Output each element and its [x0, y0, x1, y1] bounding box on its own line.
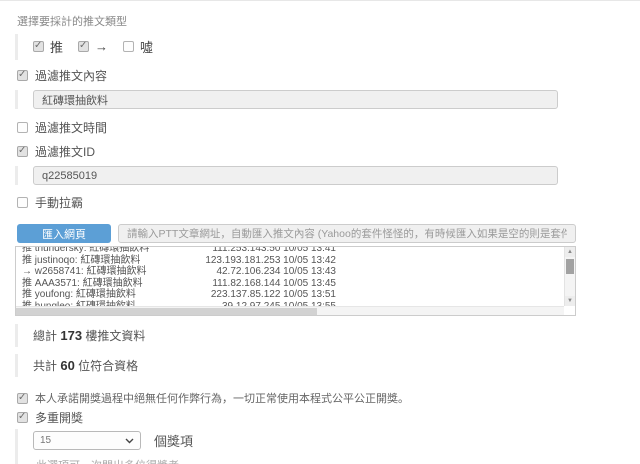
comment-row: 推 thundersky: 紅磚環抽飲料 111.253.143.50 10/0… [22, 246, 336, 255]
multi-draw-checkbox[interactable] [17, 412, 28, 423]
manual-slot-checkbox[interactable] [17, 197, 28, 208]
horizontal-scrollbar[interactable] [16, 306, 564, 315]
comment-row: 推 youfong: 紅磚環抽飲料 223.137.85.122 10/05 1… [22, 289, 336, 301]
horizontal-scroll-thumb[interactable] [16, 308, 317, 315]
comment-ip-time: 42.72.106.234 10/05 13:43 [216, 266, 336, 278]
prize-count-row: 15 個獎項 [33, 429, 576, 450]
filter-id-input[interactable] [33, 166, 558, 185]
lottery-form: 選擇要採計的推文類型 推 → 噓 過濾推文內容 過濾推文時間 過濾推 [0, 1, 576, 464]
scroll-down-icon[interactable]: ▼ [565, 296, 575, 306]
qualified-suffix: 位符合資格 [78, 359, 138, 373]
comment-row: 推 AAA3571: 紅磚環抽飲料 111.82.168.144 10/05 1… [22, 278, 336, 290]
agreement-row: 本人承諾開獎過程中絕無任何作弊行為，一切正常使用本程式公平公正開獎。 [17, 390, 576, 406]
comment-text: 推 youfong: 紅磚環抽飲料 [22, 289, 136, 301]
push-checkbox[interactable] [33, 41, 44, 52]
filter-time-label: 過濾推文時間 [35, 119, 107, 136]
filter-content-label: 過濾推文內容 [35, 67, 107, 84]
qualified-count-line: 共計 60 位符合資格 [15, 354, 576, 377]
push-type-option-push: 推 [33, 37, 63, 56]
agreement-label: 本人承諾開獎過程中絕無任何作弊行為，一切正常使用本程式公平公正開獎。 [35, 390, 409, 406]
agreement-block: 本人承諾開獎過程中絕無任何作弊行為，一切正常使用本程式公平公正開獎。 多重開獎 [15, 390, 576, 426]
filter-id-label: 過濾推文ID [35, 143, 95, 160]
comments-textarea[interactable]: 推 thundersky: 紅磚環抽飲料 111.253.143.50 10/0… [15, 246, 576, 316]
comments-list: 推 thundersky: 紅磚環抽飲料 111.253.143.50 10/0… [16, 246, 336, 313]
prize-count-group: 15 個獎項 此選項可一次開出多位得獎者 [15, 429, 576, 464]
filter-id-checkbox[interactable] [17, 146, 28, 157]
multi-draw-label: 多重開獎 [35, 409, 83, 426]
filter-id-row: 過濾推文ID [17, 143, 576, 160]
boo-label: 噓 [140, 37, 153, 56]
push-type-option-boo: 噓 [123, 37, 153, 56]
filter-time-row: 過濾推文時間 [17, 119, 576, 136]
import-row: 匯入網頁 [17, 224, 576, 243]
filter-content-input[interactable] [33, 90, 558, 109]
filter-content-row: 過濾推文內容 [17, 67, 576, 84]
prize-count-value: 15 [40, 435, 51, 446]
prize-count-suffix: 個獎項 [154, 431, 193, 450]
comment-text: 推 justinoqo: 紅磚環抽飲料 [22, 255, 140, 267]
import-page-button[interactable]: 匯入網頁 [17, 224, 111, 243]
qualified-count: 60 [60, 358, 74, 373]
agreement-checkbox[interactable] [17, 393, 28, 404]
push-label: 推 [50, 37, 63, 56]
chevron-down-icon [125, 438, 134, 444]
total-count: 173 [60, 328, 82, 343]
manual-slot-label: 手動拉霸 [35, 194, 83, 211]
push-type-group: 推 → 噓 [15, 34, 576, 60]
prize-count-select[interactable]: 15 [33, 431, 141, 450]
total-prefix: 總計 [33, 329, 57, 343]
comment-row: 推 justinoqo: 紅磚環抽飲料 123.193.181.253 10/0… [22, 255, 336, 267]
scroll-up-icon[interactable]: ▲ [565, 247, 575, 257]
push-type-section-label: 選擇要採計的推文類型 [17, 13, 576, 29]
comment-ip-time: 111.253.143.50 10/05 13:41 [212, 246, 336, 255]
comment-row: → w2658741: 紅磚環抽飲料 42.72.106.234 10/05 1… [22, 266, 336, 278]
total-comments-line: 總計 173 樓推文資料 [15, 324, 576, 347]
qualified-prefix: 共計 [33, 359, 57, 373]
article-url-input[interactable] [118, 224, 576, 243]
vertical-scrollbar[interactable]: ▲ ▼ [564, 247, 575, 306]
total-suffix: 樓推文資料 [85, 329, 145, 343]
comment-ip-time: 111.82.168.144 10/05 13:45 [212, 278, 336, 290]
comment-text: → w2658741: 紅磚環抽飲料 [22, 266, 147, 278]
comment-text: 推 thundersky: 紅磚環抽飲料 [22, 246, 149, 255]
comment-ip-time: 123.193.181.253 10/05 13:42 [205, 255, 336, 267]
manual-slot-row: 手動拉霸 [17, 194, 576, 211]
filter-time-checkbox[interactable] [17, 122, 28, 133]
arrow-label: → [95, 39, 108, 54]
multi-draw-note: 此選項可一次開出多位得獎者 [36, 457, 576, 464]
arrow-checkbox[interactable] [78, 41, 89, 52]
push-type-option-arrow: → [78, 39, 108, 54]
filter-content-input-wrap [15, 90, 576, 109]
filter-content-checkbox[interactable] [17, 70, 28, 81]
comment-ip-time: 223.137.85.122 10/05 13:51 [211, 289, 336, 301]
vertical-scroll-thumb[interactable] [566, 259, 574, 274]
comment-text: 推 AAA3571: 紅磚環抽飲料 [22, 278, 143, 290]
push-type-row: 推 → 噓 [33, 34, 576, 60]
multi-draw-row: 多重開獎 [17, 409, 576, 426]
filter-id-input-wrap [15, 166, 576, 185]
boo-checkbox[interactable] [123, 41, 134, 52]
